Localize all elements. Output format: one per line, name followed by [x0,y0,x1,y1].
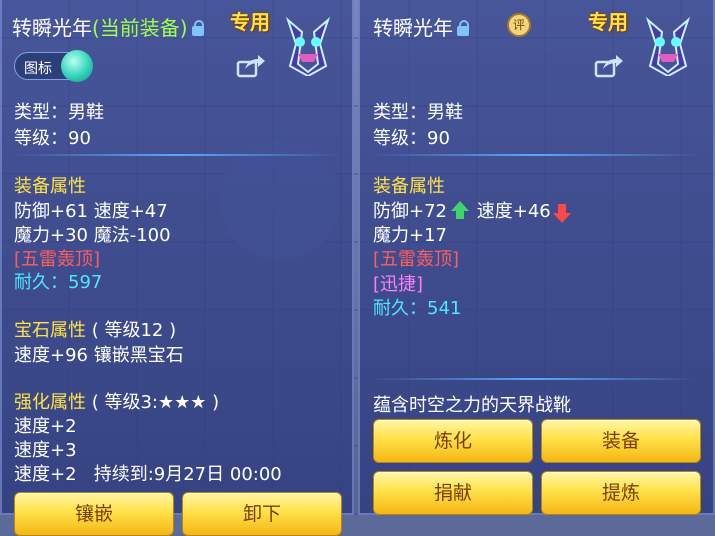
enhance-line-2: 速度+3 [14,440,77,461]
enhance-line-1: 速度+2 [14,416,77,437]
attr-line-2: 魔力+30 魔法-100 [14,225,171,246]
share-icon[interactable] [594,54,624,78]
divider [370,378,700,380]
special-badge: 专用 [230,10,270,34]
attr-line-1: 防御+72 速度+46 [373,197,573,223]
skill-tag-1: [五雷轰顶] [373,249,460,270]
pet-avatar-icon [645,16,691,76]
inlay-button[interactable]: 镶嵌 [14,492,174,536]
equip-button[interactable]: 装备 [541,419,701,463]
share-icon[interactable] [236,54,266,78]
donate-button[interactable]: 捐献 [373,471,533,515]
enhance-header: 强化属性 ( 等级3:★★★ ) [14,392,220,413]
item-description: 蕴含时空之力的天界战靴 [373,395,571,416]
attr-line-2: 魔力+17 [373,225,447,246]
divider [370,154,700,156]
divider [12,154,342,156]
gem-header: 宝石属性 ( 等级12 ) [14,320,177,341]
refine-button[interactable]: 炼化 [373,419,533,463]
durability: 耐久：541 [373,298,462,319]
unequip-button[interactable]: 卸下 [182,492,342,536]
arrow-down-icon [552,204,571,223]
extract-button[interactable]: 提炼 [541,471,701,515]
durability: 耐久：597 [14,272,103,293]
item-title: 转瞬光年(当前装备) [12,12,204,41]
special-badge: 专用 [588,10,628,34]
attr-line-1: 防御+61 速度+47 [14,201,168,222]
item-type: 类型：男鞋 [14,102,104,123]
enhance-line-3: 速度+2 持续到:9月27日 00:00 [14,464,282,485]
compare-equipment-panel: 转瞬光年 专用 类型：男鞋 等级：90 装备属性 防御+72 速度+46 魔力+… [358,0,715,515]
gem-line: 速度+96 镶嵌黑宝石 [14,345,184,366]
icon-toggle[interactable]: 图标 [14,50,93,82]
lock-icon [457,20,469,36]
lock-icon [191,20,204,36]
item-title: 转瞬光年 [373,12,469,41]
attr-header: 装备属性 [373,176,445,197]
item-level: 等级：90 [373,128,450,149]
attr-header: 装备属性 [14,176,86,197]
rate-icon[interactable]: 评 [507,13,531,37]
pet-avatar-icon [285,16,331,76]
skill-tag-2: [迅捷] [373,274,424,295]
arrow-up-icon [451,201,469,219]
item-type: 类型：男鞋 [373,102,463,123]
current-equipment-panel: 转瞬光年(当前装备) 专用 图标 类型：男鞋 等级：90 装备属性 防御+61 … [0,0,354,536]
item-level: 等级：90 [14,128,91,149]
toggle-knob[interactable] [61,50,93,82]
